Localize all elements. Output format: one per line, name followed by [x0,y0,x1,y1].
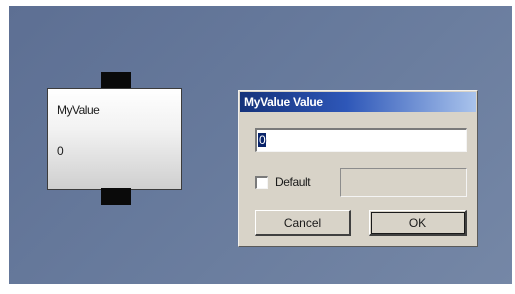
default-checkbox[interactable] [255,176,268,189]
node-title: MyValue [57,103,100,117]
graph-canvas[interactable]: MyValue 0 MyValue Value 0 Default Cancel… [9,6,512,284]
cancel-button[interactable]: Cancel [255,210,351,236]
value-dialog: MyValue Value 0 Default Cancel OK [238,90,478,247]
selected-value-text: 0 [259,133,266,147]
node-value: 0 [57,144,64,158]
value-node[interactable]: MyValue 0 [47,88,182,190]
dialog-title: MyValue Value [244,95,323,109]
default-value-field [340,168,467,197]
dialog-titlebar[interactable]: MyValue Value [240,92,476,112]
default-checkbox-label[interactable]: Default [275,175,311,189]
ok-button[interactable]: OK [369,210,467,236]
value-input[interactable] [255,128,467,152]
node-output-pin[interactable] [101,188,131,205]
